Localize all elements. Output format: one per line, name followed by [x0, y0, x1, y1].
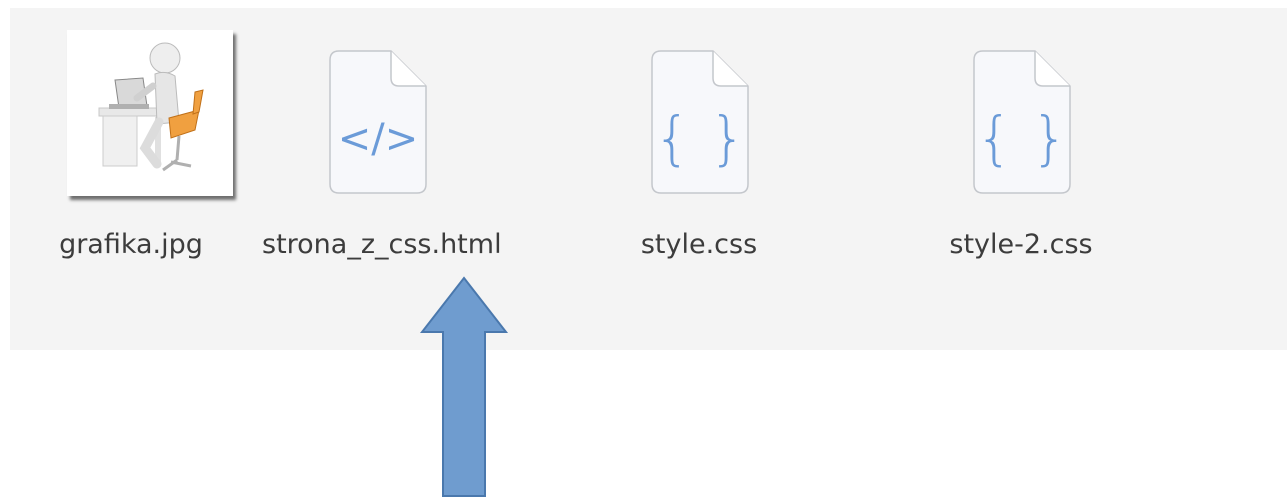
document-page-shape: </>: [329, 50, 427, 194]
image-thumbnail-icon: [16, 26, 246, 206]
image-thumbnail: [67, 30, 233, 196]
file-browser-area: grafika.jpg </> strona_z_css.html { } st…: [10, 8, 1287, 350]
css-file-icon: { }: [584, 26, 814, 206]
page-fold: [390, 51, 426, 87]
file-type-glyph: { }: [976, 104, 1068, 172]
page-fold: [1034, 51, 1070, 87]
file-name-label: grafika.jpg: [59, 229, 203, 260]
document-page-shape: { }: [651, 50, 749, 194]
file-name-label: strona_z_css.html: [262, 229, 502, 260]
document-page-shape: { }: [973, 50, 1071, 194]
file-name-label: style.css: [640, 229, 758, 260]
file-name-label: style-2.css: [949, 229, 1093, 260]
file-type-glyph: { }: [654, 104, 746, 172]
file-item-strona-z-css-html[interactable]: </> strona_z_css.html: [262, 26, 502, 276]
css-file-icon: { }: [906, 26, 1136, 206]
file-type-glyph: </>: [338, 116, 419, 162]
file-item-style-css[interactable]: { } style.css: [584, 26, 814, 276]
page-fold: [712, 51, 748, 87]
file-item-grafika-jpg[interactable]: grafika.jpg: [16, 26, 246, 276]
html-file-icon: </>: [262, 26, 492, 206]
file-item-style-2-css[interactable]: { } style-2.css: [906, 26, 1136, 276]
annotation-arrow-up-icon: [420, 276, 509, 497]
